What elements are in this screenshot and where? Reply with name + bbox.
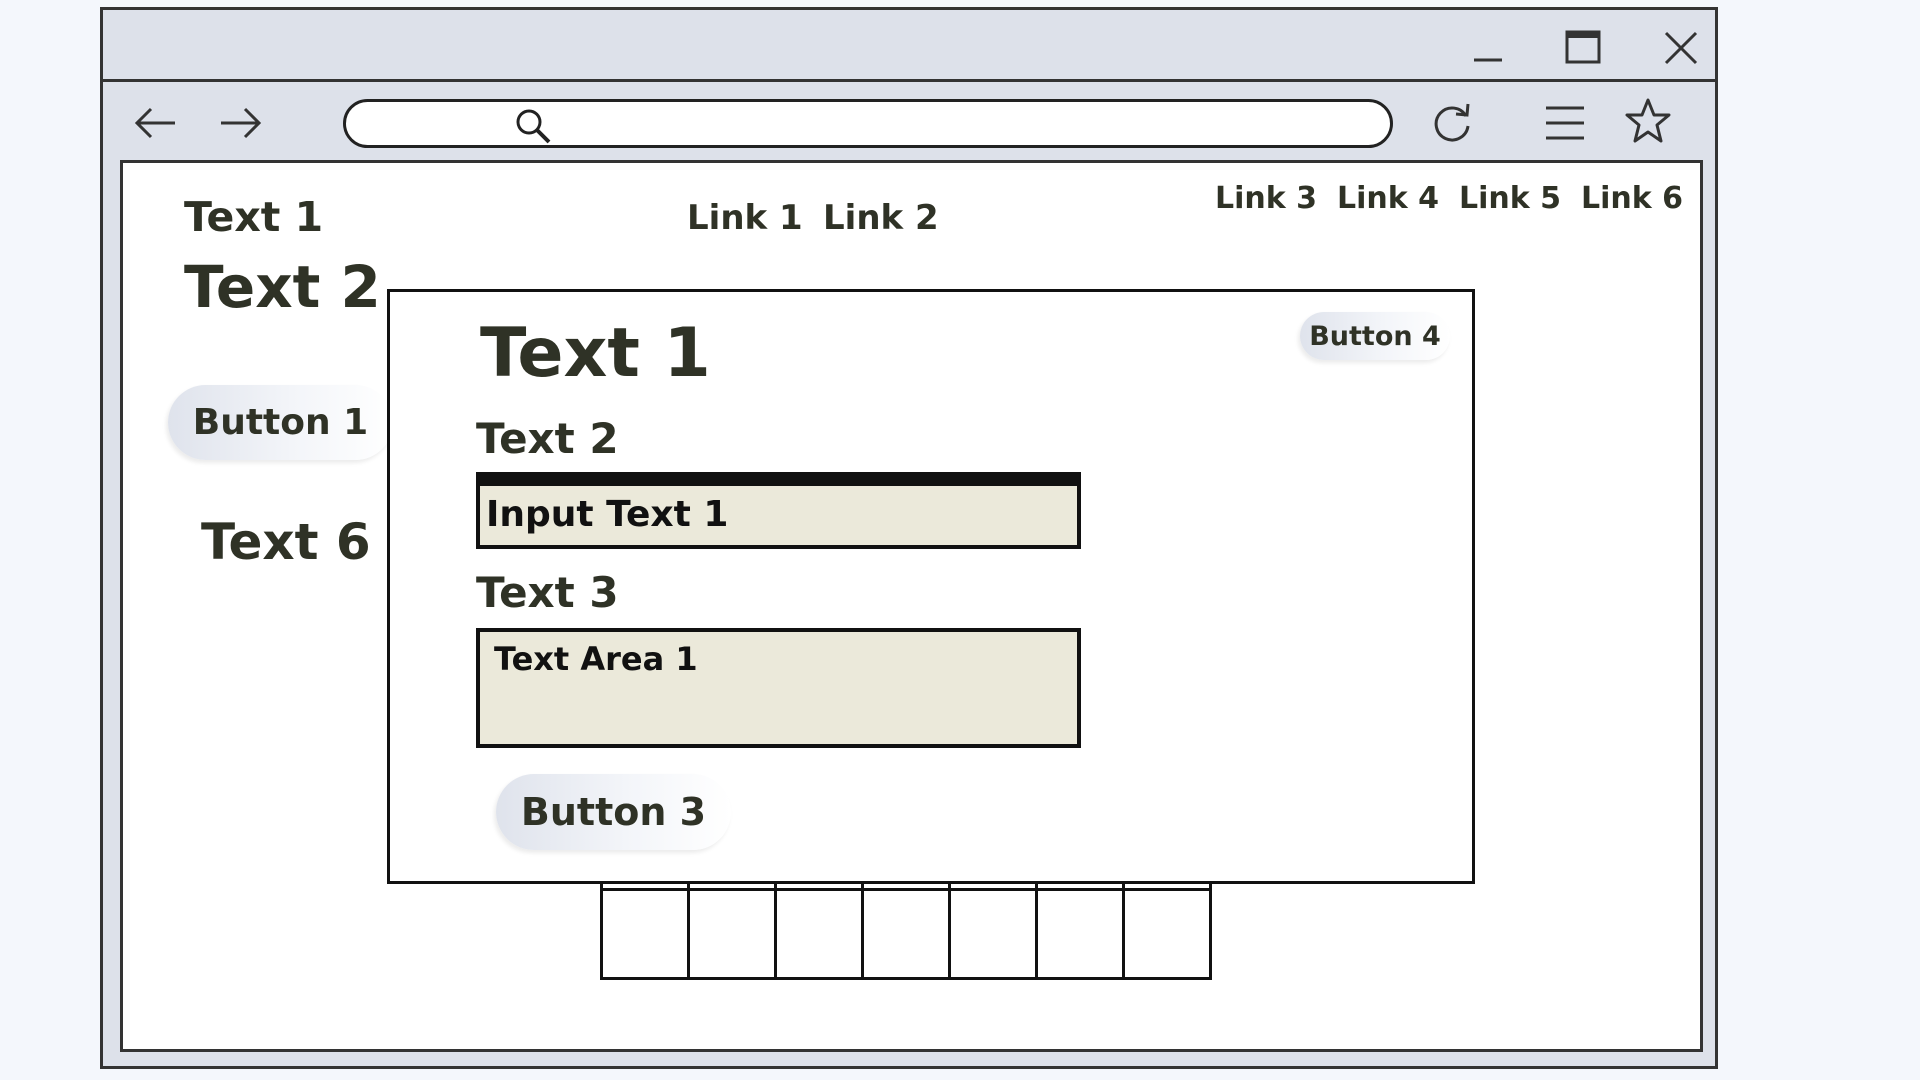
nav-link-5[interactable]: Link 5 [1459, 181, 1561, 216]
title-bar [103, 10, 1715, 82]
hamburger-menu-icon[interactable] [1540, 98, 1590, 148]
nav-link-3[interactable]: Link 3 [1215, 181, 1317, 216]
text-input-1[interactable]: Input Text 1 [476, 472, 1081, 549]
modal-title: Text 1 [480, 314, 711, 393]
button-1[interactable]: Button 1 [168, 385, 393, 460]
table-cell [774, 888, 864, 980]
modal-dialog: Text 1 Button 4 Text 2 Input Text 1 Text… [387, 289, 1475, 884]
browser-toolbar [103, 82, 1715, 163]
address-bar[interactable] [343, 99, 1393, 148]
button-3[interactable]: Button 3 [496, 774, 731, 850]
table-cell [948, 888, 1038, 980]
textarea-label: Text 3 [476, 568, 619, 617]
address-input[interactable] [566, 110, 1370, 140]
maximize-icon[interactable] [1563, 28, 1603, 68]
browser-window: Text 1 Text 2 Link 1 Link 2 Link 3 Link … [100, 7, 1718, 1069]
table-cell [861, 888, 951, 980]
arrow-right-icon[interactable] [215, 98, 265, 148]
arrow-left-icon[interactable] [131, 98, 181, 148]
input-value: Input Text 1 [486, 494, 729, 535]
text-area-1[interactable]: Text Area 1 [476, 628, 1081, 748]
nav-link-1[interactable]: Link 1 [687, 198, 803, 238]
table-cell [1122, 888, 1212, 980]
reload-icon[interactable] [1428, 98, 1478, 148]
page-viewport: Text 1 Text 2 Link 1 Link 2 Link 3 Link … [120, 160, 1703, 1052]
close-icon[interactable] [1661, 28, 1701, 68]
nav-link-6[interactable]: Link 6 [1581, 181, 1683, 216]
minimize-icon[interactable] [1468, 28, 1508, 68]
table-cell [687, 888, 777, 980]
input-label: Text 2 [476, 414, 619, 463]
sidebar-text-6: Text 6 [201, 513, 371, 571]
nav-link-2[interactable]: Link 2 [823, 198, 939, 238]
button-4[interactable]: Button 4 [1300, 312, 1450, 360]
header-text-2: Text 2 [184, 253, 381, 321]
header-text-1: Text 1 [184, 193, 324, 241]
nav-link-4[interactable]: Link 4 [1337, 181, 1439, 216]
table-cell [600, 888, 690, 980]
textarea-value: Text Area 1 [494, 640, 698, 678]
search-icon [516, 109, 551, 144]
table-cell [1035, 888, 1125, 980]
star-icon[interactable] [1623, 96, 1673, 146]
